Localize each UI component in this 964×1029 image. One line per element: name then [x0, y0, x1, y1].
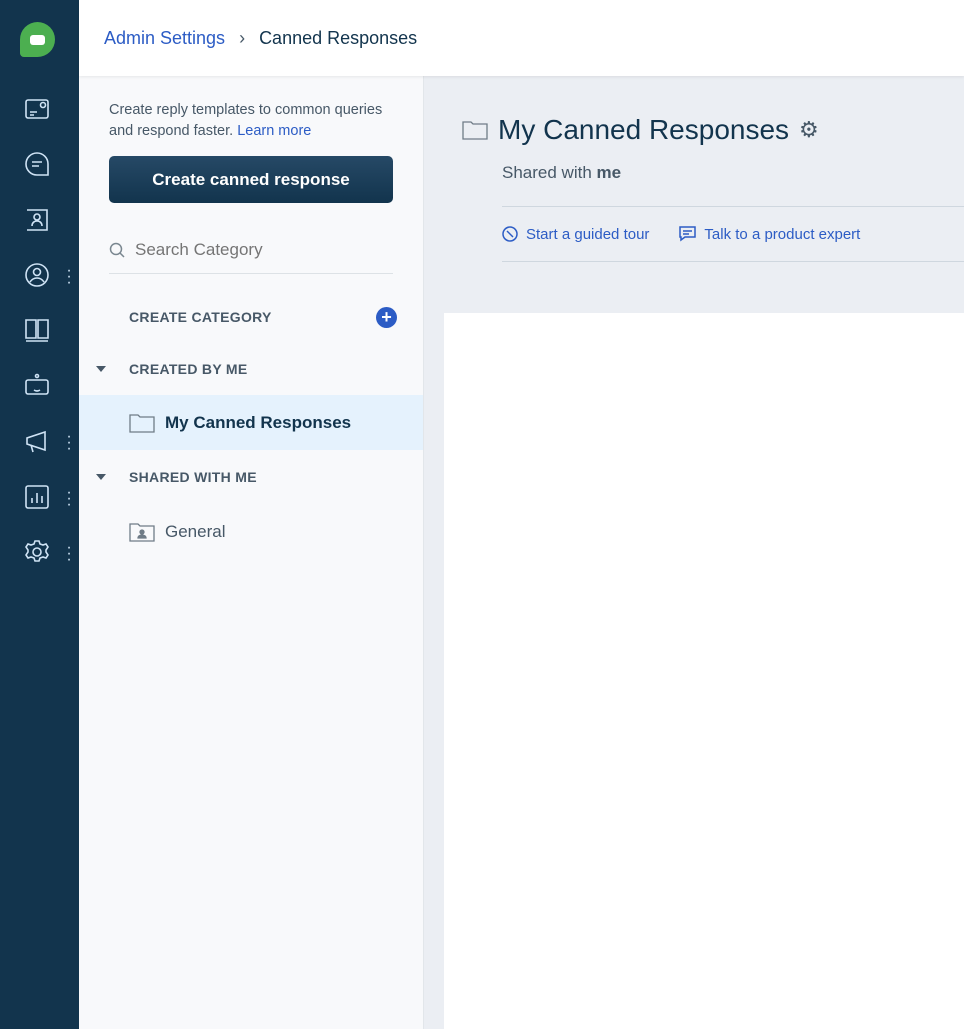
- caret-down-icon[interactable]: [96, 474, 106, 480]
- breadcrumb-admin-settings[interactable]: Admin Settings: [104, 28, 225, 49]
- folder-general[interactable]: General: [79, 504, 423, 559]
- category-sidebar: Create reply templates to common queries…: [79, 76, 424, 1029]
- knowledge-base-icon[interactable]: [24, 317, 50, 343]
- settings-more-icon[interactable]: · · ·: [64, 540, 74, 568]
- customers-more-icon[interactable]: · · ·: [64, 263, 74, 291]
- bot-icon[interactable]: [24, 373, 50, 399]
- breadcrumb: Admin Settings › Canned Responses: [79, 0, 964, 76]
- created-by-me-header[interactable]: CREATED BY ME: [129, 361, 248, 377]
- folder-icon: [462, 121, 488, 140]
- main-content: My Canned Responses ⚙ Shared with me Sta…: [424, 76, 964, 1029]
- compass-icon: [502, 226, 518, 242]
- reports-icon[interactable]: [24, 484, 50, 510]
- guided-tour-text: Start a guided tour: [526, 225, 650, 243]
- create-category-label[interactable]: CREATE CATEGORY: [129, 309, 272, 325]
- shared-folder-icon: [129, 522, 155, 542]
- tickets-icon[interactable]: [24, 96, 50, 122]
- talk-expert-text: Talk to a product expert: [704, 225, 861, 243]
- search-category: [109, 226, 393, 274]
- shared-who: me: [596, 163, 622, 182]
- folder-label: My Canned Responses: [165, 412, 352, 432]
- shared-with: Shared with me: [502, 163, 621, 183]
- app-logo[interactable]: [20, 22, 55, 57]
- campaigns-icon[interactable]: [24, 428, 50, 454]
- help-links: Start a guided tour Talk to a product ex…: [502, 206, 964, 262]
- talk-expert-link[interactable]: Talk to a product expert: [679, 226, 860, 243]
- shared-prefix: Shared with: [502, 163, 592, 182]
- add-category-icon[interactable]: +: [376, 307, 397, 328]
- settings-icon[interactable]: [24, 539, 50, 565]
- campaigns-more-icon[interactable]: · · ·: [64, 429, 74, 457]
- page-title: My Canned Responses ⚙: [462, 114, 819, 146]
- breadcrumb-current: Canned Responses: [259, 27, 418, 48]
- folder-label: General: [165, 521, 226, 541]
- sidebar-description: Create reply templates to common queries…: [109, 100, 389, 142]
- shared-with-me-header[interactable]: SHARED WITH ME: [129, 469, 257, 485]
- chevron-right-icon: ›: [239, 27, 246, 48]
- customers-icon[interactable]: [24, 262, 50, 288]
- folder-my-canned-responses[interactable]: My Canned Responses: [79, 395, 423, 450]
- chat-icon: [679, 226, 697, 242]
- gear-icon[interactable]: ⚙: [799, 117, 819, 143]
- learn-more-link[interactable]: Learn more: [237, 123, 311, 139]
- guided-tour-link[interactable]: Start a guided tour: [502, 226, 649, 243]
- nav-rail: · · · · · · · · · · · ·: [0, 0, 79, 1029]
- search-icon: [109, 242, 125, 258]
- responses-panel: [444, 313, 964, 1029]
- title-text: My Canned Responses: [498, 114, 790, 145]
- contacts-icon[interactable]: [24, 207, 50, 233]
- folder-icon: [129, 413, 155, 433]
- caret-down-icon[interactable]: [96, 366, 106, 372]
- search-category-input[interactable]: [135, 239, 356, 260]
- conversations-icon[interactable]: [24, 151, 50, 177]
- create-canned-response-button[interactable]: Create canned response: [109, 156, 393, 203]
- reports-more-icon[interactable]: · · ·: [64, 485, 74, 513]
